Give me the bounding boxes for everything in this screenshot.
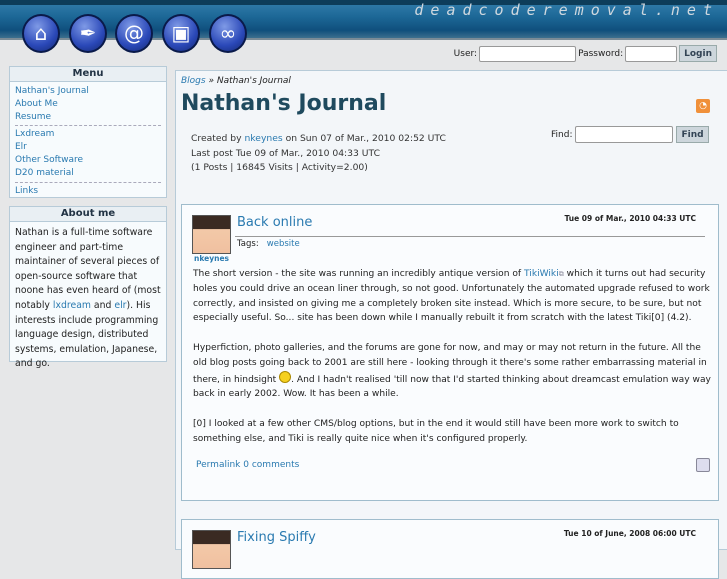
tags-label: Tags: [237, 239, 259, 249]
text: The short version - the site was running… [193, 269, 525, 279]
quill-icon[interactable]: ✒ [69, 14, 107, 53]
post-title-link[interactable]: Fixing Spiffy [237, 530, 316, 545]
menu-divider [15, 125, 161, 127]
divider [235, 236, 705, 237]
find-input[interactable] [575, 126, 674, 143]
post-body: The short version - the site was running… [193, 267, 713, 461]
post-title-link[interactable]: Back online [237, 215, 312, 230]
user-input[interactable] [479, 45, 577, 62]
find-label: Find: [551, 129, 573, 140]
post-tags: Tags: website [237, 239, 300, 249]
login-button[interactable]: Login [679, 45, 717, 62]
menu-box: Menu Nathan's Journal About Me Resume Lxdre… [9, 66, 167, 198]
login-form: User: Password: Login [454, 45, 717, 62]
blog-meta: Created by nkeynes on Sun 07 of Mar., 20… [191, 132, 446, 176]
password-input[interactable] [625, 45, 678, 62]
box-icon[interactable]: ▣ [162, 14, 200, 53]
created-prefix: Created by [191, 133, 245, 144]
blog-post: Back online Tue 09 of Mar., 2010 04:33 U… [181, 204, 719, 501]
comments-link[interactable]: 0 comments [243, 460, 299, 470]
site-header: deadcoderemoval.net [0, 0, 727, 40]
avatar [192, 215, 231, 254]
last-post: Last post Tue 09 of Mar., 2010 04:33 UTC [191, 147, 380, 159]
paragraph: The short version - the site was running… [193, 267, 713, 326]
link-icon[interactable]: ∞ [209, 14, 247, 53]
post-footer: Permalink 0 comments [196, 460, 299, 470]
author-link[interactable]: nkeynes [194, 254, 229, 263]
menu-title: Menu [10, 67, 166, 82]
menu-item[interactable]: Other Software [15, 154, 161, 167]
password-label: Password: [578, 48, 624, 59]
blog-post: Fixing Spiffy Tue 10 of June, 2008 06:00… [181, 519, 719, 579]
page-title: Nathan's Journal [181, 91, 387, 116]
permalink[interactable]: Permalink [196, 460, 240, 470]
smiley-icon [279, 370, 292, 383]
paragraph: Hyperfiction, photo galleries, and the f… [193, 341, 713, 402]
menu-item[interactable]: Links [15, 185, 161, 198]
avatar [192, 530, 231, 569]
print-icon[interactable] [696, 458, 710, 472]
creator-link[interactable]: nkeynes [244, 133, 282, 144]
home-icon[interactable]: ⌂ [22, 14, 60, 53]
menu-item[interactable]: D20 material [15, 167, 161, 180]
find-button[interactable]: Find [676, 126, 709, 143]
about-box: About me Nathan is a full-time software … [9, 206, 167, 369]
site-name: deadcoderemoval.net [414, 1, 719, 19]
tikiwiki-link[interactable]: TikiWiki [524, 269, 559, 279]
about-text-1: Nathan is a full-time software engineer … [15, 227, 161, 311]
about-title: About me [10, 207, 166, 222]
lxdream-link[interactable]: lxdream [53, 300, 91, 311]
post-date: Tue 09 of Mar., 2010 04:33 UTC [564, 214, 696, 223]
created-suffix: on Sun 07 of Mar., 2010 02:52 UTC [282, 133, 446, 144]
tag-link[interactable]: website [267, 239, 300, 249]
rss-icon[interactable]: ◔ [696, 99, 710, 113]
menu-item[interactable]: Resume [15, 111, 161, 124]
breadcrumb: Blogs » Nathan's Journal [181, 76, 291, 86]
menu-item[interactable]: About Me [15, 98, 161, 111]
paragraph: [0] I looked at a few other CMS/blog opt… [193, 418, 679, 444]
elr-link[interactable]: elr [114, 300, 126, 311]
breadcrumb-sep: » [208, 76, 215, 86]
post-date: Tue 10 of June, 2008 06:00 UTC [563, 529, 696, 538]
breadcrumb-current: Nathan's Journal [216, 76, 291, 86]
breadcrumb-blogs[interactable]: Blogs [181, 76, 206, 86]
menu-list: Nathan's Journal About Me Resume Lxdream Elr… [10, 82, 166, 200]
about-text: Nathan is a full-time software engineer … [10, 222, 166, 376]
menu-divider [15, 181, 161, 183]
menu-item[interactable]: Elr [15, 141, 161, 154]
find-form: Find: Find [551, 126, 709, 143]
blog-stats: (1 Posts | 16845 Visits | Activity=2.00) [191, 162, 368, 173]
menu-item[interactable]: Nathan's Journal [15, 85, 161, 98]
user-label: User: [453, 48, 478, 59]
spiral-icon[interactable]: @ [115, 14, 153, 53]
main-panel: Blogs » Nathan's Journal Nathan's Journa… [175, 70, 727, 579]
created-line: Created by nkeynes on Sun 07 of Mar., 20… [191, 132, 446, 147]
menu-item[interactable]: Lxdream [15, 128, 161, 141]
about-and: and [90, 299, 115, 311]
